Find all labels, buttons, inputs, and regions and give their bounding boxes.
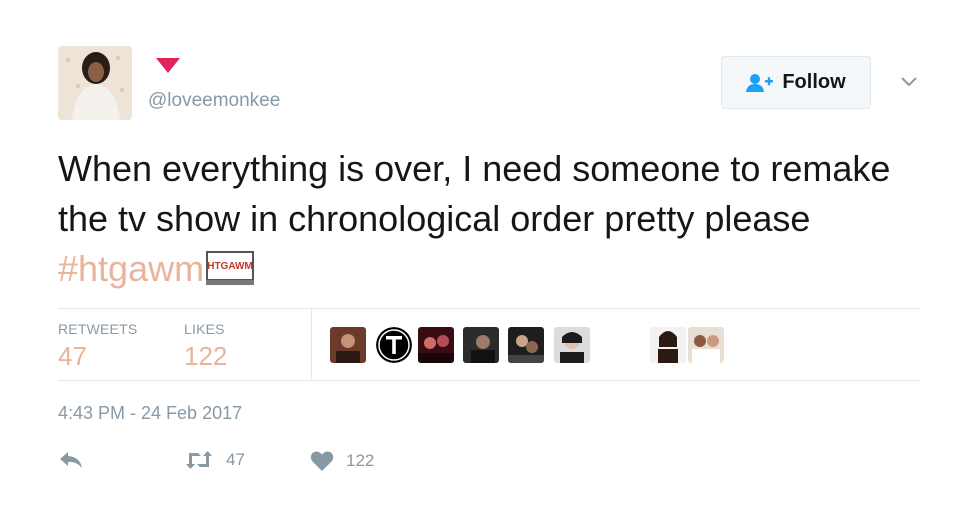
more-options-chevron[interactable] bbox=[900, 72, 918, 90]
tweet-text-body: When everything is over, I need someone … bbox=[58, 148, 891, 239]
heart-icon bbox=[310, 451, 334, 471]
liker-avatar[interactable] bbox=[508, 327, 544, 363]
emoji-text: HTGAWM bbox=[207, 261, 253, 272]
liker-avatar[interactable] bbox=[650, 327, 686, 363]
display-name-marker bbox=[148, 58, 180, 73]
chevron-down-icon bbox=[901, 77, 917, 87]
likes-label: LIKES bbox=[184, 321, 225, 337]
like-count: 122 bbox=[346, 451, 375, 470]
liker-avatar[interactable] bbox=[463, 327, 499, 363]
add-user-icon bbox=[746, 73, 774, 92]
retweet-button[interactable]: 47 bbox=[184, 450, 245, 470]
divider-bottom bbox=[58, 380, 920, 381]
user-handle[interactable]: @loveemonkee bbox=[148, 90, 280, 112]
like-button[interactable]: 122 bbox=[310, 450, 374, 472]
follow-button[interactable]: Follow bbox=[721, 56, 871, 109]
retweets-stat[interactable]: RETWEETS 47 bbox=[58, 321, 137, 372]
retweet-icon bbox=[186, 451, 212, 469]
triangle-icon bbox=[156, 58, 180, 73]
stats-separator bbox=[311, 309, 312, 380]
tweet-timestamp[interactable]: 4:43 PM - 24 Feb 2017 bbox=[58, 403, 242, 424]
reply-icon bbox=[60, 452, 82, 468]
likes-stat[interactable]: LIKES 122 bbox=[184, 321, 227, 372]
likes-value: 122 bbox=[184, 341, 228, 371]
follow-label: Follow bbox=[782, 71, 846, 93]
engagement-stats: RETWEETS 47 LIKES 122 bbox=[58, 309, 920, 380]
hashtag-link[interactable]: #htgawm bbox=[58, 248, 204, 289]
liker-avatar[interactable] bbox=[688, 327, 724, 363]
avatar[interactable] bbox=[58, 46, 132, 120]
retweets-label: RETWEETS bbox=[58, 321, 138, 337]
retweet-count: 47 bbox=[226, 450, 245, 469]
avatar-image bbox=[58, 46, 132, 120]
liker-avatar[interactable] bbox=[554, 327, 590, 363]
tweet-text: When everything is over, I need someone … bbox=[58, 144, 938, 294]
retweets-value: 47 bbox=[58, 341, 87, 371]
liker-avatar[interactable] bbox=[418, 327, 454, 363]
tweet-card: @loveemonkee Follow When everything is o… bbox=[0, 0, 980, 527]
tv-emoji: HTGAWM bbox=[206, 248, 255, 285]
liker-avatar[interactable] bbox=[330, 327, 366, 363]
reply-button[interactable] bbox=[58, 450, 84, 470]
liker-avatar[interactable] bbox=[376, 327, 412, 363]
